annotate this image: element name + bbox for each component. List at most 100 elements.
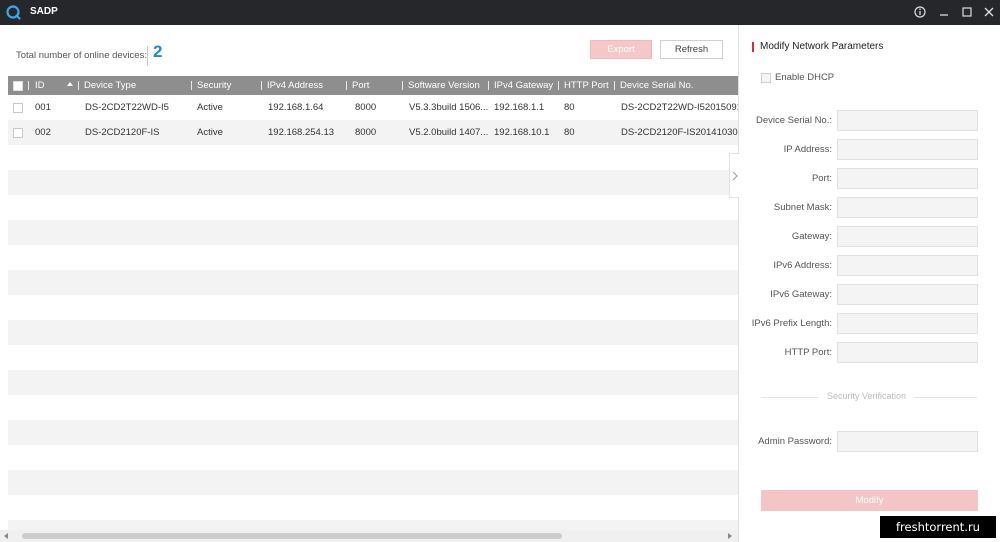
subnet-mask-label: Subnet Mask: — [773, 202, 832, 213]
column-header-software-version[interactable]: Software Version — [408, 76, 480, 95]
gateway-label: Gateway: — [791, 231, 832, 242]
ip-address-field[interactable] — [837, 139, 978, 160]
empty-row — [8, 470, 738, 495]
empty-row — [8, 270, 738, 295]
column-header-http-port[interactable]: HTTP Port — [564, 76, 609, 95]
column-divider — [261, 81, 262, 90]
device-table-body: 001 DS-2CD2T22WD-I5 Active 192.168.1.64 … — [8, 95, 738, 530]
empty-row — [8, 445, 738, 470]
port-label: Port: — [811, 173, 832, 184]
cell-device-type: DS-2CD2120F-IS — [85, 127, 160, 138]
table-row[interactable]: 002 DS-2CD2120F-IS Active 192.168.254.13… — [8, 120, 738, 145]
cell-ipv4-gateway: 192.168.10.1 — [494, 127, 550, 138]
cell-device-type: DS-2CD2T22WD-I5 — [85, 102, 169, 113]
scroll-right-icon[interactable] — [726, 532, 734, 540]
table-row[interactable]: 001 DS-2CD2T22WD-I5 Active 192.168.1.64 … — [8, 95, 738, 120]
ipv6-address-label: IPv6 Address: — [773, 260, 832, 271]
empty-row — [8, 520, 738, 530]
column-divider — [614, 81, 615, 90]
column-header-device-type[interactable]: Device Type — [84, 76, 136, 95]
title-bar: SADP — [0, 0, 1000, 25]
column-header-port[interactable]: Port — [352, 76, 369, 95]
gateway-field[interactable] — [837, 226, 978, 247]
column-divider — [346, 81, 347, 90]
cell-ipv4-gateway: 192.168.1.1 — [494, 102, 545, 113]
enable-dhcp-checkbox[interactable] — [761, 73, 771, 83]
empty-row — [8, 320, 738, 345]
empty-row — [8, 195, 738, 220]
sadp-logo-icon — [6, 5, 21, 20]
refresh-button[interactable]: Refresh — [660, 40, 723, 59]
device-table-header: ID Device Type Security IPv4 Address Por… — [8, 76, 738, 95]
row-checkbox[interactable] — [13, 128, 23, 138]
minimize-icon[interactable] — [936, 4, 952, 20]
empty-row — [8, 145, 738, 170]
empty-row — [8, 220, 738, 245]
empty-row — [8, 370, 738, 395]
cell-port: 8000 — [355, 102, 377, 113]
port-field[interactable] — [837, 168, 978, 189]
device-list-pane: Total number of online devices: 2 Export… — [0, 25, 738, 542]
cell-device-serial: DS-2CD2120F-IS20141030AA — [621, 127, 738, 138]
enable-dhcp-label: Enable DHCP — [775, 72, 835, 83]
http-port-field[interactable] — [837, 342, 978, 363]
column-header-id[interactable]: ID — [35, 76, 45, 95]
maximize-icon[interactable] — [959, 4, 975, 20]
column-header-device-serial[interactable]: Device Serial No. — [620, 76, 693, 95]
cell-ipv4-address: 192.168.1.64 — [268, 102, 324, 113]
subnet-mask-field[interactable] — [837, 197, 978, 218]
online-devices-label: Total number of online devices: — [16, 50, 147, 61]
empty-row — [8, 345, 738, 370]
sort-ascending-icon — [67, 82, 73, 86]
cell-http-port: 80 — [564, 127, 575, 138]
watermark: freshtorrent.ru — [880, 516, 996, 538]
chevron-right-icon — [732, 171, 738, 181]
empty-row — [8, 395, 738, 420]
admin-password-label: Admin Password: — [758, 436, 832, 447]
summary-divider — [147, 46, 148, 66]
empty-row — [8, 170, 738, 195]
scrollbar-thumb[interactable] — [22, 533, 562, 539]
export-button[interactable]: Export — [590, 40, 652, 59]
cell-security: Active — [197, 102, 223, 113]
ipv6-gateway-label: IPv6 Gateway: — [770, 289, 832, 300]
cell-security: Active — [197, 127, 223, 138]
ip-address-label: IP Address: — [783, 144, 832, 155]
ipv6-gateway-field[interactable] — [837, 284, 978, 305]
device-serial-field[interactable] — [837, 110, 978, 131]
close-icon[interactable] — [981, 4, 997, 20]
info-icon[interactable] — [912, 4, 928, 20]
cell-port: 8000 — [355, 127, 377, 138]
column-divider — [558, 81, 559, 90]
column-header-ipv4-gateway[interactable]: IPv4 Gateway — [494, 76, 553, 95]
online-devices-count: 2 — [153, 42, 163, 61]
admin-password-field[interactable] — [837, 431, 978, 452]
window-title: SADP — [30, 6, 58, 17]
row-checkbox[interactable] — [13, 103, 23, 113]
empty-row — [8, 495, 738, 520]
column-header-ipv4-address[interactable]: IPv4 Address — [267, 76, 323, 95]
cell-ipv4-address: 192.168.254.13 — [268, 127, 335, 138]
column-divider — [191, 81, 192, 90]
cell-id: 001 — [35, 102, 51, 113]
select-all-checkbox[interactable] — [13, 81, 23, 91]
cell-software-version: V5.3.3build 1506... — [409, 102, 489, 113]
security-verification-label: Security Verification — [819, 391, 915, 401]
cell-id: 002 — [35, 127, 51, 138]
cell-software-version: V5.2.0build 1407... — [409, 127, 489, 138]
ipv6-address-field[interactable] — [837, 255, 978, 276]
modify-network-panel: Modify Network Parameters Enable DHCP De… — [738, 25, 1000, 542]
column-divider — [78, 81, 79, 90]
modify-button[interactable]: Modify — [761, 490, 978, 511]
ipv6-prefix-length-field[interactable] — [837, 313, 978, 334]
ipv6-prefix-length-label: IPv6 Prefix Length: — [751, 318, 832, 329]
empty-row — [8, 295, 738, 320]
scroll-left-icon[interactable] — [2, 532, 10, 540]
panel-collapse-toggle[interactable] — [729, 153, 739, 198]
column-header-security[interactable]: Security — [197, 76, 231, 95]
horizontal-scrollbar[interactable] — [0, 530, 738, 542]
column-divider — [402, 81, 403, 90]
column-divider — [488, 81, 489, 90]
http-port-label: HTTP Port: — [784, 347, 832, 358]
empty-row — [8, 245, 738, 270]
